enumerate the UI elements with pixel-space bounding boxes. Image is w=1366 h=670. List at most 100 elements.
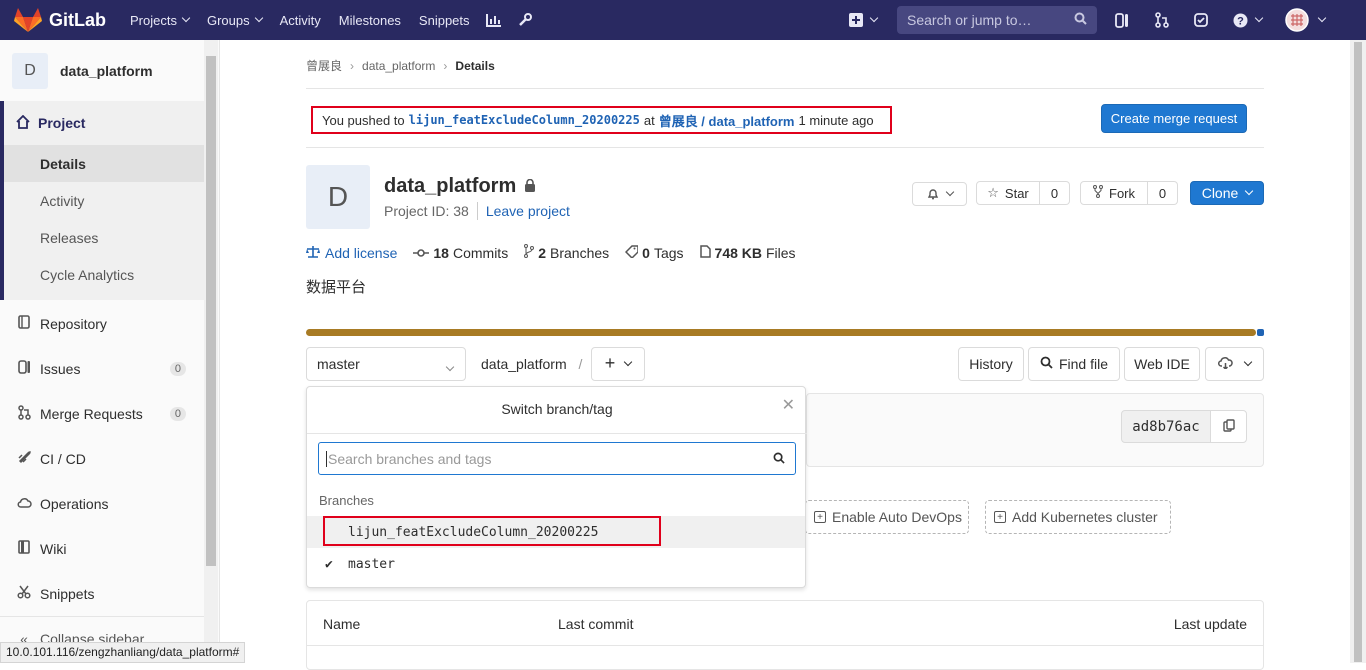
sidebar-project-name: data_platform [60, 62, 153, 79]
sidebar-project-header[interactable]: D data_platform [0, 40, 204, 102]
download-dropdown[interactable] [1205, 347, 1264, 381]
sidebar-item-details[interactable]: Details [4, 145, 204, 182]
sidebar-item-operations[interactable]: Operations [0, 481, 204, 526]
fork-button-group: Fork 0 [1080, 181, 1178, 205]
search-icon [1074, 12, 1087, 28]
gitlab-logo[interactable]: GitLab [14, 7, 106, 33]
sidebar-section-label: Project [38, 115, 86, 131]
star-count[interactable]: 0 [1040, 181, 1070, 205]
star-button[interactable]: ☆ Star [976, 181, 1040, 205]
history-button[interactable]: History [958, 347, 1024, 381]
files-link[interactable]: 748 KB Files [699, 245, 796, 261]
project-avatar-large: D [306, 165, 370, 229]
fork-count[interactable]: 0 [1148, 181, 1178, 205]
todo-icon[interactable] [1194, 0, 1208, 40]
merge-request-icon[interactable] [1155, 0, 1169, 40]
new-dropdown[interactable] [849, 0, 879, 40]
close-icon[interactable]: ✕ [782, 395, 795, 415]
breadcrumb-project[interactable]: data_platform [362, 59, 435, 73]
sidebar-scrollbar[interactable] [204, 40, 218, 663]
search-icon [1040, 356, 1053, 372]
add-to-tree-dropdown[interactable]: + [591, 347, 645, 381]
nav-projects[interactable]: Projects [130, 13, 191, 28]
nav-snippets[interactable]: Snippets [419, 13, 470, 28]
top-navbar: GitLab Projects Groups Activity Mileston… [0, 0, 1366, 40]
sidebar-item-repository[interactable]: Repository [0, 301, 204, 346]
book-icon [16, 315, 32, 332]
issues-icon[interactable] [1115, 0, 1129, 40]
fork-button[interactable]: Fork [1080, 181, 1148, 205]
commit-sha[interactable]: ad8b76ac [1121, 410, 1211, 443]
book-icon [16, 540, 32, 557]
chevron-right-icon: › [350, 58, 355, 73]
project-description: 数据平台 [306, 279, 367, 296]
repository-language-bar-secondary[interactable] [1257, 329, 1264, 336]
star-button-group: ☆ Star 0 [976, 181, 1070, 205]
notification-dropdown[interactable] [912, 182, 967, 206]
sidebar-project-section: Project Details Activity Releases Cycle … [0, 101, 204, 300]
divider [306, 88, 1264, 89]
chart-icon[interactable] [485, 13, 502, 27]
plus-square-icon [849, 13, 863, 27]
find-file-button[interactable]: Find file [1028, 347, 1120, 381]
tag-icon [625, 244, 639, 261]
add-license-link[interactable]: Add license [306, 245, 397, 261]
branch-option-selected[interactable]: ✔ master [307, 548, 805, 580]
push-notification: You pushed to lijun_featExcludeColumn_20… [311, 106, 892, 134]
pushed-project-link[interactable]: 曾展良 / data_platform [659, 111, 795, 130]
sidebar-item-merge-requests[interactable]: Merge Requests 0 [0, 391, 204, 436]
branch-search-input[interactable]: Search branches and tags [318, 442, 796, 475]
search-icon [773, 451, 785, 467]
plus-icon: + [604, 352, 616, 373]
project-meta: Project ID: 38 Leave project [384, 202, 570, 220]
sidebar-item-releases[interactable]: Releases [4, 219, 204, 256]
merge-requests-count: 0 [169, 406, 186, 421]
sidebar-item-wiki[interactable]: Wiki [0, 526, 204, 571]
nav-activity[interactable]: Activity [280, 13, 321, 28]
column-header-last-update: Last update [1173, 616, 1247, 632]
create-merge-request-button[interactable]: Create merge request [1101, 104, 1247, 133]
branch-select[interactable]: master [306, 347, 466, 381]
copy-sha-button[interactable] [1210, 410, 1247, 443]
user-menu[interactable] [1285, 0, 1327, 40]
sidebar-item-ci-cd[interactable]: CI / CD [0, 436, 204, 481]
issues-icon [16, 360, 32, 377]
breadcrumb-owner[interactable]: 曾展良 [306, 57, 342, 74]
search-input[interactable]: Search or jump to… [897, 6, 1097, 34]
help-dropdown[interactable]: ? [1233, 0, 1264, 40]
status-bar-url: 10.0.101.116/zengzhanliang/data_platform… [0, 642, 246, 663]
sidebar-item-project[interactable]: Project [4, 101, 204, 145]
breadcrumb-current[interactable]: Details [455, 59, 494, 73]
cloud-download-icon [1218, 356, 1233, 372]
user-avatar [1285, 8, 1309, 32]
commit-icon [413, 245, 430, 261]
commits-link[interactable]: 18 Commits [413, 245, 508, 261]
enable-auto-devops-button[interactable]: + Enable Auto DevOps [805, 500, 969, 534]
annotation-highlight [323, 516, 661, 546]
repository-language-bar[interactable] [306, 329, 1256, 336]
nav-milestones[interactable]: Milestones [339, 13, 401, 28]
branches-link[interactable]: 2 Branches [524, 244, 609, 261]
leave-project-link[interactable]: Leave project [486, 203, 570, 219]
nav-groups[interactable]: Groups [207, 13, 263, 28]
sidebar-item-snippets[interactable]: Snippets [0, 571, 204, 616]
repo-root-link[interactable]: data_platform [481, 356, 567, 372]
page-scrollbar[interactable] [1350, 40, 1366, 663]
sidebar-item-cycle-analytics[interactable]: Cycle Analytics [4, 256, 204, 293]
dropdown-title: Switch branch/tag [501, 401, 613, 417]
clone-dropdown-button[interactable]: Clone [1190, 181, 1264, 205]
check-icon: ✔ [325, 556, 333, 572]
web-ide-button[interactable]: Web IDE [1124, 347, 1200, 381]
copy-icon [1222, 418, 1235, 435]
branch-option[interactable]: lijun_featExcludeColumn_20200225 [307, 516, 805, 548]
add-kubernetes-cluster-button[interactable]: + Add Kubernetes cluster [985, 500, 1171, 534]
plus-square-icon: + [994, 511, 1006, 523]
dropdown-section-label: Branches [319, 493, 374, 508]
tags-link[interactable]: 0 Tags [625, 244, 684, 261]
sidebar-item-activity[interactable]: Activity [4, 182, 204, 219]
project-avatar: D [12, 52, 48, 89]
column-header-last-commit: Last commit [558, 616, 634, 632]
sidebar-item-issues[interactable]: Issues 0 [0, 346, 204, 391]
pushed-branch-link[interactable]: lijun_featExcludeColumn_20200225 [409, 113, 640, 127]
wrench-icon[interactable] [518, 13, 532, 27]
